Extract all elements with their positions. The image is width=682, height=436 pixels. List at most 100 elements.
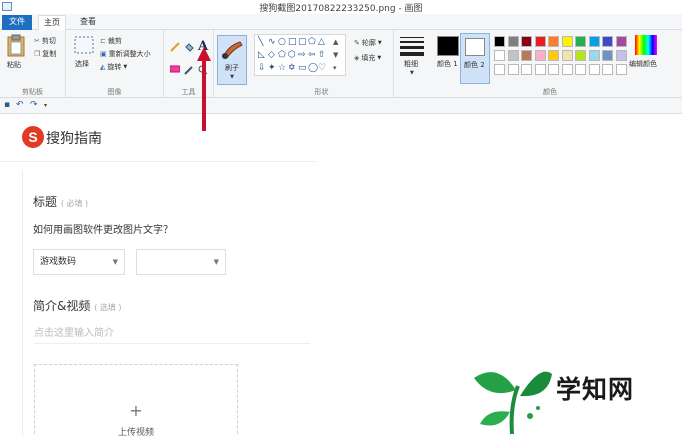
- undo-icon[interactable]: ↶: [16, 100, 24, 110]
- palette-swatch[interactable]: [548, 50, 559, 61]
- star5-shape-icon[interactable]: ☆: [278, 64, 286, 73]
- intro-input[interactable]: 点击这里输入简介: [34, 324, 114, 339]
- right-triangle-shape-icon[interactable]: ◺: [258, 51, 265, 60]
- crop-icon: ⊏: [100, 37, 106, 45]
- palette-swatch[interactable]: [494, 36, 505, 47]
- resize-button[interactable]: ▣ 重新调整大小: [100, 49, 151, 59]
- line-shape-icon[interactable]: ╲: [258, 38, 263, 47]
- pentagon-shape-icon[interactable]: ⬠: [278, 51, 286, 60]
- palette-swatch[interactable]: [602, 50, 613, 61]
- custom-color-slot[interactable]: [494, 64, 505, 75]
- tab-file[interactable]: 文件: [2, 15, 32, 30]
- star4-shape-icon[interactable]: ✦: [268, 64, 276, 73]
- shapes-gallery[interactable]: ╲ ∿ ○ □ ▢ ⬠ △ ◺ ◇ ⬠ ⬡ ⇨ ⇦ ⇧ ⇩ ✦ ☆ ✡ ▭ ◯: [254, 34, 346, 76]
- arrow-right-shape-icon[interactable]: ⇨: [298, 51, 306, 60]
- title-hint: ( 必填 ): [60, 199, 89, 208]
- heart-shape-icon[interactable]: ♡: [318, 64, 326, 73]
- rectangle-shape-icon[interactable]: □: [288, 38, 297, 47]
- curve-shape-icon[interactable]: ∿: [268, 38, 276, 47]
- palette-swatch[interactable]: [575, 50, 586, 61]
- subcategory-select[interactable]: ▼: [136, 249, 226, 275]
- upload-video-box[interactable]: + 上传视频: [34, 364, 238, 436]
- custom-color-slot[interactable]: [548, 64, 559, 75]
- callout-oval-shape-icon[interactable]: ◯: [308, 64, 318, 73]
- scroll-down-icon[interactable]: ▼: [333, 51, 338, 60]
- color1-swatch[interactable]: [437, 36, 459, 56]
- tab-home[interactable]: 主页: [38, 15, 66, 30]
- pencil-icon[interactable]: [170, 42, 180, 55]
- colors-group: 颜色 1 颜色 2 编辑颜色 颜色: [432, 30, 668, 98]
- palette-swatch[interactable]: [507, 36, 519, 47]
- brushes-button[interactable]: 刷子 ▼: [217, 35, 247, 85]
- color-picker-icon[interactable]: [184, 65, 194, 78]
- rounded-rect-shape-icon[interactable]: ▢: [298, 38, 307, 47]
- fill-icon[interactable]: [184, 42, 194, 55]
- palette-swatch[interactable]: [534, 50, 546, 61]
- arrow-up-shape-icon[interactable]: ⇧: [318, 51, 326, 60]
- custom-color-slot[interactable]: [588, 64, 600, 75]
- expand-gallery-icon[interactable]: ▾: [333, 64, 337, 73]
- palette-swatch[interactable]: [588, 36, 600, 47]
- scroll-up-icon[interactable]: ▲: [333, 38, 338, 47]
- palette-swatch[interactable]: [575, 36, 586, 47]
- palette-swatch[interactable]: [548, 36, 559, 47]
- custom-color-slot[interactable]: [561, 64, 573, 75]
- canvas-area[interactable]: S 搜狗指南 标题 ( 必填 ) 如何用画图软件更改图片文字？ 游戏数码 ▼ ▼ …: [0, 47, 682, 436]
- edit-colors-button[interactable]: 编辑颜色: [629, 59, 657, 69]
- palette-swatch[interactable]: [561, 36, 573, 47]
- intro-hint: ( 选填 ): [94, 303, 122, 312]
- line-width-icon: [400, 37, 424, 56]
- paste-icon[interactable]: [5, 34, 27, 61]
- custom-color-slot[interactable]: [521, 64, 532, 75]
- palette-swatch[interactable]: [561, 50, 573, 61]
- custom-color-slot[interactable]: [534, 64, 546, 75]
- arrow-left-shape-icon[interactable]: ⇦: [308, 51, 316, 60]
- outline-button[interactable]: ✎ 轮廓 ▼: [354, 38, 382, 48]
- callout-rect-shape-icon[interactable]: ▭: [298, 64, 307, 73]
- copy-button[interactable]: ❐ 复制: [34, 49, 56, 59]
- eraser-icon[interactable]: [169, 65, 181, 76]
- customize-toolbar-icon[interactable]: ▾: [44, 102, 47, 109]
- diamond-shape-icon[interactable]: ◇: [268, 51, 275, 60]
- tab-view[interactable]: 查看: [74, 15, 102, 30]
- save-icon[interactable]: ▪: [4, 100, 10, 110]
- select-button[interactable]: 选择: [75, 59, 89, 69]
- palette-swatch[interactable]: [521, 50, 532, 61]
- palette-swatch[interactable]: [507, 50, 519, 61]
- category-select[interactable]: 游戏数码 ▼: [33, 249, 125, 275]
- hexagon-shape-icon[interactable]: ⬡: [288, 51, 296, 60]
- color2-button[interactable]: 颜色 2: [460, 33, 490, 84]
- question-text: 如何用画图软件更改图片文字？: [33, 225, 173, 236]
- rotate-button[interactable]: ◭ 旋转 ▼: [100, 62, 127, 72]
- intro-label: 简介&视频 ( 选填 ): [33, 299, 122, 313]
- redo-icon[interactable]: ↷: [30, 100, 38, 110]
- copy-icon: ❐: [34, 50, 41, 58]
- annotation-arrow: [197, 47, 211, 131]
- fill-button[interactable]: ◈ 填充 ▼: [354, 53, 381, 63]
- paste-button[interactable]: 粘贴: [7, 60, 21, 70]
- palette-swatch[interactable]: [588, 50, 600, 61]
- palette-swatch[interactable]: [602, 36, 613, 47]
- custom-color-slot[interactable]: [575, 64, 586, 75]
- palette-swatch[interactable]: [521, 36, 532, 47]
- edit-colors-icon[interactable]: [635, 35, 657, 55]
- custom-color-slot[interactable]: [615, 64, 627, 75]
- oval-shape-icon[interactable]: ○: [278, 38, 286, 47]
- star6-shape-icon[interactable]: ✡: [288, 64, 296, 73]
- select-icon[interactable]: [74, 36, 94, 57]
- crop-button[interactable]: ⊏ 裁剪: [100, 36, 122, 46]
- polygon-shape-icon[interactable]: ⬠: [308, 38, 316, 47]
- custom-color-slot[interactable]: [602, 64, 613, 75]
- triangle-shape-icon[interactable]: △: [318, 38, 325, 47]
- palette-swatch[interactable]: [534, 36, 546, 47]
- window-title: 搜狗截图20170822233250.png - 画图: [259, 4, 423, 14]
- custom-color-slot[interactable]: [507, 64, 519, 75]
- arrow-down-shape-icon[interactable]: ⇩: [258, 64, 266, 73]
- palette-swatch[interactable]: [615, 50, 627, 61]
- cut-button[interactable]: ✂ 剪切: [34, 36, 56, 46]
- palette-swatch[interactable]: [494, 50, 505, 61]
- size-button[interactable]: [400, 36, 424, 59]
- title-label: 标题 ( 必填 ): [33, 195, 89, 209]
- chevron-down-icon: ▼: [123, 64, 128, 70]
- palette-swatch[interactable]: [615, 36, 627, 47]
